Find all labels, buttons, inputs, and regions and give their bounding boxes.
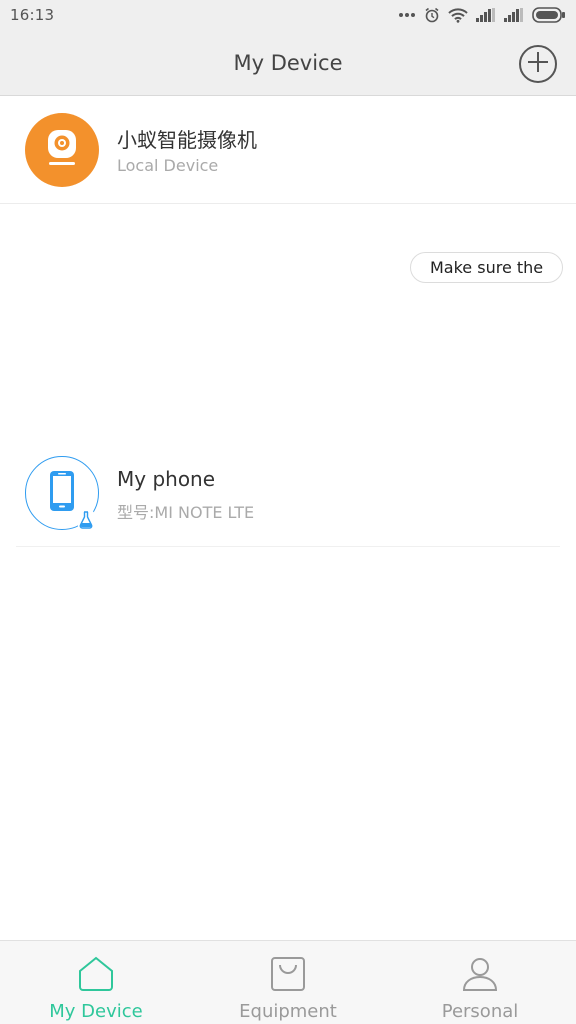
camera-icon — [45, 128, 79, 172]
row-divider — [16, 546, 560, 547]
device-row-phone[interactable]: My phone 型号:MI NOTE LTE — [0, 439, 576, 547]
device-row-camera[interactable]: 小蚁智能摄像机 Local Device — [0, 96, 576, 204]
status-time: 16:13 — [10, 6, 55, 24]
nav-label: Personal — [441, 1001, 519, 1022]
add-device-button[interactable] — [519, 45, 557, 83]
battery-icon — [532, 7, 566, 23]
header: My Device — [0, 30, 576, 96]
hint-pill[interactable]: Make sure the — [410, 252, 564, 283]
plus-circle-icon — [526, 50, 550, 78]
nav-item-my-device[interactable]: My Device — [0, 941, 192, 1024]
phone-icon — [49, 470, 75, 516]
status-bar: 16:13 — [0, 0, 576, 30]
nav-label: My Device — [49, 1001, 143, 1022]
flask-icon — [78, 510, 94, 530]
nav-label: Equipment — [239, 1001, 337, 1022]
device-name: My phone — [117, 467, 216, 491]
device-avatar — [25, 113, 99, 187]
more-dots-icon — [398, 12, 416, 18]
device-subtitle: 型号:MI NOTE LTE — [117, 503, 255, 522]
signal-icon — [476, 8, 496, 22]
hint-text: Make sure the — [430, 258, 544, 277]
nav-item-personal[interactable]: Personal — [384, 941, 576, 1024]
status-icons — [398, 7, 566, 23]
device-subtitle: Local Device — [117, 156, 219, 175]
user-icon — [461, 955, 499, 997]
page-title: My Device — [233, 50, 343, 75]
signal-icon-2 — [504, 8, 524, 22]
nav-item-equipment[interactable]: Equipment — [192, 941, 384, 1024]
alarm-icon — [424, 7, 440, 23]
device-name: 小蚁智能摄像机 — [117, 128, 257, 152]
wifi-icon — [448, 7, 468, 23]
bottom-nav: My Device Equipment Personal — [0, 940, 576, 1024]
home-icon — [77, 955, 115, 997]
shopping-bag-icon — [269, 955, 307, 997]
